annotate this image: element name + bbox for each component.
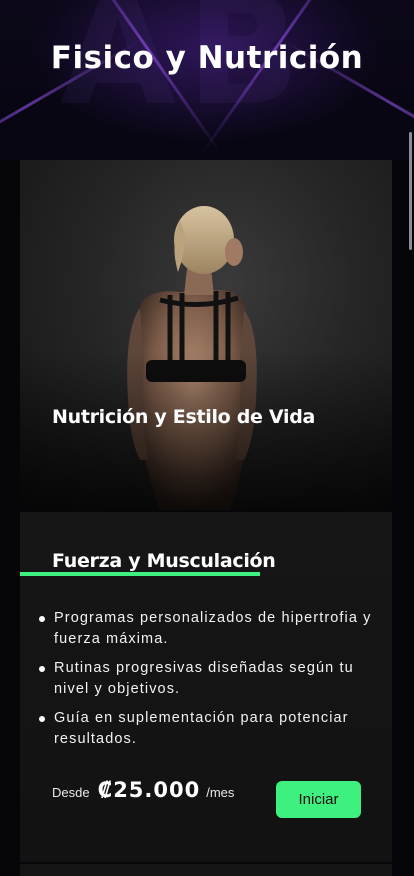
- feature-list: Programas personalizados de hipertrofia …: [36, 608, 386, 758]
- strength-plan-card: Fuerza y Musculación Programas personali…: [20, 512, 392, 862]
- card-title: Nutrición y Estilo de Vida: [52, 406, 316, 428]
- nutrition-card[interactable]: Nutrición y Estilo de Vida: [20, 160, 392, 510]
- bullet-icon: [39, 716, 45, 722]
- bullet-icon: [39, 616, 45, 622]
- price-suffix: /mes: [206, 785, 235, 800]
- next-card[interactable]: [20, 864, 392, 876]
- price-row: Desde ₡25.000 /mes: [52, 778, 234, 802]
- feature-text: Rutinas progresivas diseñadas según tu n…: [54, 660, 354, 697]
- price-value: ₡25.000: [97, 778, 201, 802]
- page-title: Fisico y Nutrición: [50, 40, 364, 76]
- hero-header: AB Fisico y Nutrición: [0, 0, 414, 160]
- price-prefix: Desde: [52, 785, 90, 800]
- feature-text: Programas personalizados de hipertrofia …: [54, 610, 372, 647]
- list-item: Programas personalizados de hipertrofia …: [36, 608, 386, 650]
- bullet-icon: [39, 666, 45, 672]
- image-shade: [20, 350, 392, 510]
- list-item: Rutinas progresivas diseñadas según tu n…: [36, 658, 386, 700]
- list-item: Guía en suplementación para potenciar re…: [36, 708, 386, 750]
- title-underline: [20, 572, 260, 576]
- start-button[interactable]: Iniciar: [276, 781, 361, 818]
- plan-title: Fuerza y Musculación: [52, 550, 276, 572]
- feature-text: Guía en suplementación para potenciar re…: [54, 710, 349, 747]
- scrollbar-thumb[interactable]: [409, 132, 412, 250]
